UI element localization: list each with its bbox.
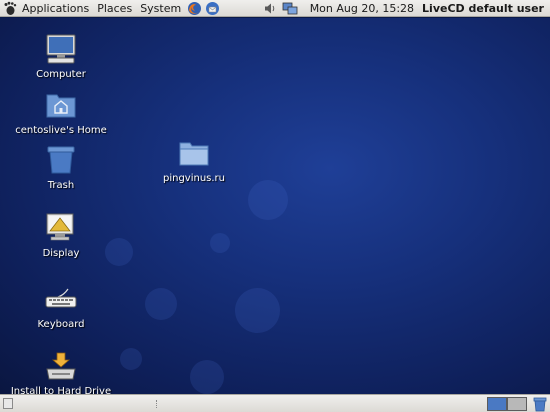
- desktop-icon-label: Trash: [47, 180, 75, 191]
- desktop-icon-keyboard[interactable]: Keyboard: [6, 282, 116, 330]
- wallpaper-bubble: [145, 288, 177, 320]
- install-icon: [44, 349, 78, 383]
- wallpaper-bubble: [120, 348, 142, 370]
- show-desktop-button[interactable]: [3, 398, 13, 409]
- desktop-icon-install[interactable]: Install to Hard Drive: [6, 349, 116, 394]
- desktop-icon-label: centoslive's Home: [15, 125, 107, 136]
- thunderbird-launcher[interactable]: [203, 0, 221, 17]
- computer-icon: [44, 32, 78, 66]
- gnome-foot-icon: [3, 1, 18, 16]
- display-icon: [44, 211, 78, 245]
- desktop-icon-home[interactable]: centoslive's Home: [6, 88, 116, 136]
- workspace-1[interactable]: [487, 397, 507, 411]
- thunderbird-icon: [205, 1, 219, 15]
- wallpaper-bubble: [248, 180, 288, 220]
- desktop[interactable]: Computer centoslive's Home Trash Display…: [0, 18, 550, 394]
- desktop-icon-label: Computer: [36, 69, 86, 80]
- network-icon: [282, 2, 298, 14]
- desktop-icon-computer[interactable]: Computer: [6, 32, 116, 80]
- volume-control[interactable]: [260, 0, 280, 17]
- desktop-icon-label: Display: [42, 248, 80, 259]
- top-panel: Applications Places System Mon Aug 20, 1…: [0, 0, 550, 17]
- desktop-icon-label: pingvinus.ru: [162, 173, 226, 184]
- firefox-launcher[interactable]: [185, 0, 203, 17]
- wallpaper-bubble: [235, 288, 280, 333]
- applications-menu[interactable]: Applications: [0, 0, 93, 17]
- desktop-icon-trash[interactable]: Trash: [6, 143, 116, 191]
- system-label: System: [140, 1, 182, 15]
- desktop-icon-label: Keyboard: [37, 319, 85, 330]
- places-label: Places: [97, 1, 133, 15]
- clock[interactable]: Mon Aug 20, 15:28: [300, 2, 422, 15]
- trash-icon: [533, 397, 547, 412]
- bottom-panel: [0, 394, 550, 412]
- volume-icon: [264, 3, 274, 13]
- desktop-icon-display[interactable]: Display: [6, 211, 116, 259]
- network-status[interactable]: [280, 0, 300, 17]
- firefox-icon: [187, 1, 201, 15]
- folder-icon: [177, 136, 211, 170]
- user-switcher[interactable]: LiveCD default user: [422, 2, 550, 15]
- wallpaper-bubble: [210, 233, 230, 253]
- applications-label: Applications: [22, 1, 90, 15]
- window-list-handle[interactable]: [156, 400, 160, 408]
- home-folder-icon: [44, 88, 78, 122]
- keyboard-icon: [44, 282, 78, 316]
- trash-icon: [44, 143, 78, 177]
- trash-applet[interactable]: [532, 396, 548, 412]
- places-menu[interactable]: Places: [93, 0, 136, 17]
- wallpaper-bubble: [190, 360, 224, 394]
- desktop-icon-folder[interactable]: pingvinus.ru: [139, 136, 249, 184]
- desktop-icon-label: Install to Hard Drive: [10, 386, 112, 394]
- system-menu[interactable]: System: [136, 0, 185, 17]
- workspace-2[interactable]: [507, 397, 527, 411]
